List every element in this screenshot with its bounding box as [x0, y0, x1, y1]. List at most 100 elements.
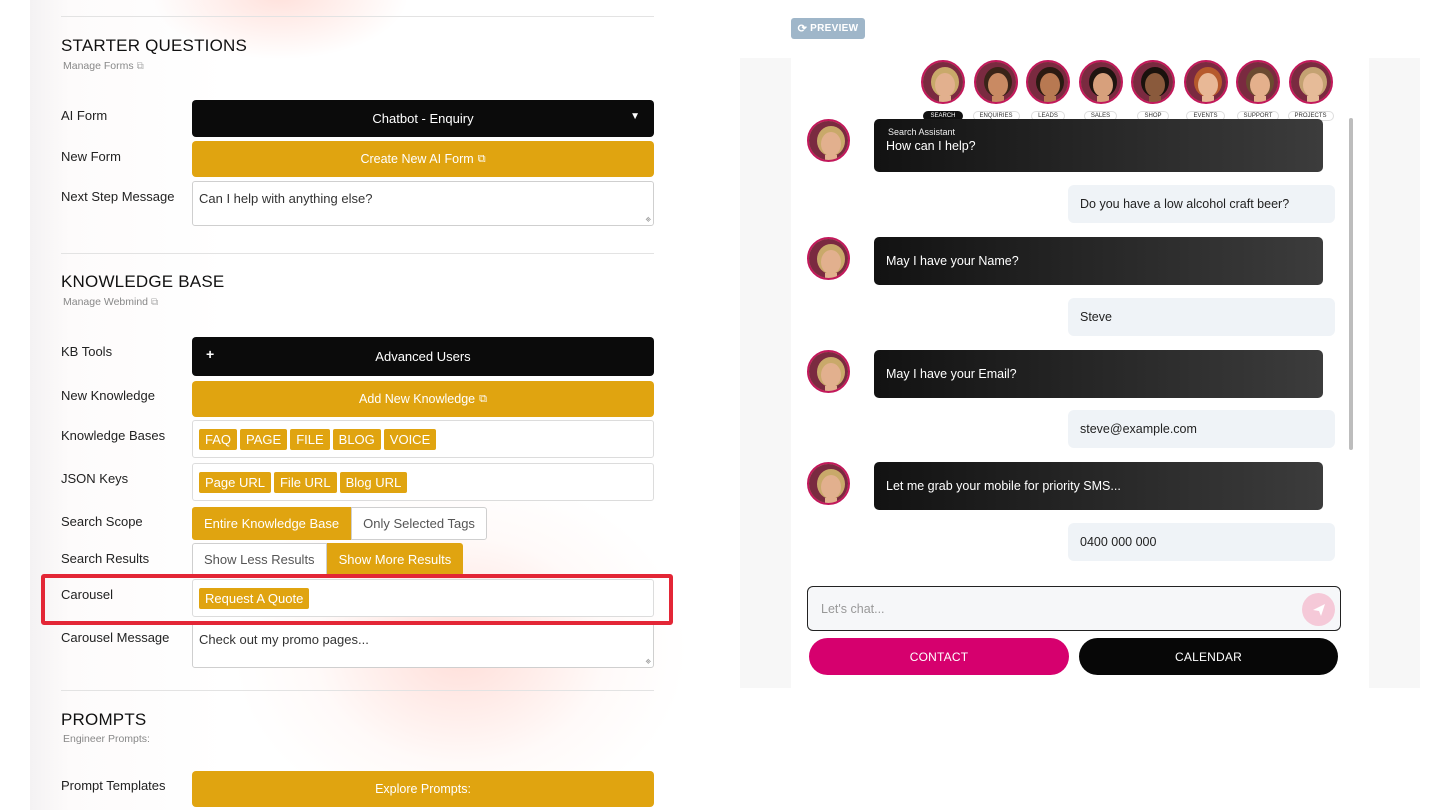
calendar-label: CALENDAR [1175, 649, 1242, 664]
tag-faq[interactable]: FAQ [199, 428, 238, 450]
next-step-message-field[interactable]: Can I help with anything else? ≡ [192, 181, 654, 226]
user-message: steve@example.com [1068, 410, 1335, 448]
prompt-templates-label: Prompt Templates [61, 778, 166, 793]
ai-form-select[interactable]: Chatbot - Enquiry ▼ [192, 100, 654, 137]
ai-form-select-value: Chatbot - Enquiry [372, 111, 474, 126]
page: STARTER QUESTIONS Manage Forms ⧉ AI Form … [0, 0, 1440, 810]
carousel-message-label: Carousel Message [61, 630, 170, 645]
kb-tools-label: KB Tools [61, 344, 113, 359]
tag-blog-url[interactable]: Blog URL [339, 471, 408, 493]
agent-events[interactable]: EVENTS [1183, 60, 1229, 122]
create-new-ai-form-label: Create New AI Form [360, 152, 474, 166]
face-image [1238, 62, 1278, 102]
knowledge-bases-tags[interactable]: FAQ PAGE FILE BLOG VOICE [192, 420, 654, 458]
bot-message: Let me grab your mobile for priority SMS… [874, 462, 1323, 510]
refresh-icon: ⟳ [797, 23, 808, 35]
scope-selected-tags-button[interactable]: Only Selected Tags [351, 507, 487, 540]
preview-label: PREVIEW [810, 23, 859, 34]
face-image [1028, 62, 1068, 102]
scope-entire-kb-button[interactable]: Entire Knowledge Base [192, 507, 352, 540]
chat-input[interactable]: Let's chat... [807, 586, 1341, 631]
face-image [1185, 62, 1226, 102]
agent-support[interactable]: SUPPORT [1235, 60, 1281, 122]
section-title-starter: STARTER QUESTIONS [61, 36, 248, 55]
preview-panel: ⟳ PREVIEW SEARCH ENQUIRIES LEADS SALES SHOP EV… [720, 0, 1440, 810]
advanced-users-button[interactable]: + Advanced Users [192, 337, 654, 376]
new-form-label: New Form [61, 149, 121, 164]
plus-icon: + [206, 346, 215, 362]
json-keys-tags[interactable]: Page URL File URL Blog URL [192, 463, 654, 501]
json-keys-label: JSON Keys [61, 471, 129, 486]
bot-message: May I have your Email? [874, 350, 1323, 398]
agent-shop[interactable]: SHOP [1130, 60, 1176, 122]
ai-form-label: AI Form [61, 108, 108, 123]
face-image [923, 62, 963, 102]
send-icon [1312, 603, 1325, 616]
carousel-message-value: Check out my promo pages... [199, 632, 369, 647]
agent-avatar [973, 60, 1018, 104]
agent-enquiries[interactable]: ENQUIRIES [972, 60, 1020, 122]
resize-grip-icon[interactable]: ≡ [644, 215, 654, 225]
user-message: 0400 000 000 [1068, 523, 1335, 561]
add-new-knowledge-button[interactable]: Add New Knowledge ⧉ [192, 381, 654, 417]
external-link-icon: ⧉ [477, 152, 486, 165]
external-link-icon: ⧉ [479, 392, 487, 405]
next-step-label: Next Step Message [61, 189, 175, 204]
bot-avatar [807, 119, 850, 162]
carousel-message-field[interactable]: Check out my promo pages... ≡ [192, 622, 654, 668]
show-more-results-button[interactable]: Show More Results [326, 543, 464, 576]
manage-forms-label: Manage Forms [63, 60, 134, 72]
chat-scrollbar[interactable] [1349, 118, 1353, 450]
create-new-ai-form-button[interactable]: Create New AI Form ⧉ [192, 141, 654, 177]
divider [61, 690, 654, 691]
manage-webmind-label: Manage Webmind [63, 296, 149, 308]
face-image [1290, 62, 1331, 102]
agent-avatar [1288, 60, 1333, 104]
carousel-tags[interactable]: Request A Quote [192, 579, 654, 617]
carousel-label: Carousel [61, 587, 114, 602]
tag-request-a-quote[interactable]: Request A Quote [199, 587, 310, 609]
explore-prompts-button[interactable]: Explore Prompts: [192, 771, 654, 807]
settings-panel: STARTER QUESTIONS Manage Forms ⧉ AI Form … [30, 0, 684, 810]
show-less-results-button[interactable]: Show Less Results [192, 543, 327, 576]
tag-blog[interactable]: BLOG [332, 428, 381, 450]
user-message-text: Steve [1080, 310, 1112, 324]
tag-file[interactable]: FILE [290, 428, 330, 450]
user-message-text: Do you have a low alcohol craft beer? [1080, 197, 1290, 211]
next-step-message-value: Can I help with anything else? [199, 191, 373, 206]
agent-search[interactable]: SEARCH [920, 60, 966, 122]
tag-page-url[interactable]: Page URL [199, 471, 271, 493]
external-link-icon: ⧉ [151, 297, 159, 308]
explore-prompts-label: Explore Prompts: [375, 782, 471, 796]
bot-message-text: May I have your Name? [886, 254, 1019, 268]
agent-sales[interactable]: SALES [1078, 60, 1124, 122]
section-title-knowledge-base: KNOWLEDGE BASE [61, 272, 225, 291]
divider [61, 253, 654, 254]
agent-leads[interactable]: LEADS [1025, 60, 1071, 122]
manage-forms-link[interactable]: Manage Forms ⧉ [63, 60, 144, 72]
tag-file-url[interactable]: File URL [273, 471, 337, 493]
search-results-toggle: Show Less Results Show More Results [192, 543, 464, 576]
tag-voice[interactable]: VOICE [383, 428, 437, 450]
resize-grip-icon[interactable]: ≡ [644, 657, 654, 667]
face-image [1133, 62, 1173, 102]
bot-message-text: May I have your Email? [886, 367, 1017, 381]
manage-webmind-link[interactable]: Manage Webmind ⧉ [63, 296, 158, 308]
contact-button[interactable]: CONTACT [809, 638, 1069, 675]
agent-avatar [1236, 60, 1280, 104]
chat-input-placeholder: Let's chat... [821, 601, 885, 616]
calendar-button[interactable]: CALENDAR [1079, 638, 1338, 675]
bot-avatar [807, 462, 850, 505]
section-title-prompts: PROMPTS [61, 710, 147, 729]
bot-avatar [807, 350, 850, 393]
send-button[interactable] [1302, 593, 1335, 626]
search-scope-toggle: Entire Knowledge Base Only Selected Tags [192, 507, 487, 540]
agent-avatar [1078, 60, 1123, 104]
user-message-text: 0400 000 000 [1080, 535, 1157, 549]
tag-page[interactable]: PAGE [240, 428, 288, 450]
agent-projects[interactable]: PROJECTS [1287, 60, 1334, 122]
bot-avatar [807, 237, 850, 280]
prompts-subtitle: Engineer Prompts: [63, 733, 150, 745]
preview-button[interactable]: ⟳ PREVIEW [791, 18, 865, 39]
chevron-down-icon: ▼ [630, 111, 640, 122]
